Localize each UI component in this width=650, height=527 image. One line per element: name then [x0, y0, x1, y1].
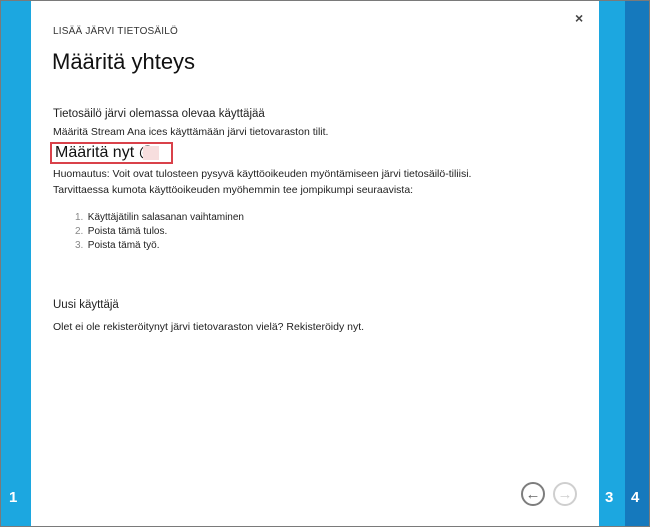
list-item: 2. Poista tämä tulos. [75, 226, 168, 237]
highlight-shade [143, 146, 159, 160]
define-now-label: Määritä nyt @ [55, 144, 155, 161]
step-number-4[interactable]: 4 [631, 489, 639, 506]
close-icon[interactable]: × [575, 10, 583, 26]
list-item: 1. Käyttäjätilin salasanan vaihtaminen [75, 212, 244, 223]
wizard-dialog: 1 × LISÄÄ JÄRVI TIETOSÄILÖ Määritä yhtey… [0, 0, 650, 527]
note-text: Huomautus: Voit ovat tulosteen pysyvä kä… [53, 168, 472, 180]
wizard-step-rail-3[interactable]: 3 [599, 1, 625, 526]
wizard-step-rail-4[interactable]: 4 [625, 1, 649, 526]
step-number-1[interactable]: 1 [9, 489, 17, 506]
wizard-content: × LISÄÄ JÄRVI TIETOSÄILÖ Määritä yhteys … [31, 1, 599, 526]
existing-user-heading: Tietosäilö järvi olemassa olevaa käyttäj… [53, 108, 265, 120]
list-item: 3. Poista tämä työ. [75, 240, 160, 251]
step-number-3[interactable]: 3 [605, 489, 613, 506]
revoke-steps-list: 1. Käyttäjätilin salasanan vaihtaminen 2… [75, 211, 244, 253]
page-title: Määritä yhteys [52, 49, 196, 74]
new-user-description[interactable]: Olet ei ole rekisteröitynyt järvi tietov… [53, 321, 364, 333]
arrow-right-icon[interactable]: → [553, 482, 577, 506]
wizard-step-rail-left[interactable]: 1 [1, 1, 31, 526]
define-now-link[interactable]: Määritä nyt @ [50, 142, 173, 164]
revoke-intro: Tarvittaessa kumota käyttöoikeuden myöhe… [53, 184, 414, 196]
new-user-heading: Uusi käyttäjä [53, 299, 119, 311]
existing-user-description: Määritä Stream Ana ices käyttämään järvi… [53, 126, 329, 138]
arrow-left-icon[interactable]: ← [521, 482, 545, 506]
wizard-supertitle: LISÄÄ JÄRVI TIETOSÄILÖ [53, 26, 179, 37]
